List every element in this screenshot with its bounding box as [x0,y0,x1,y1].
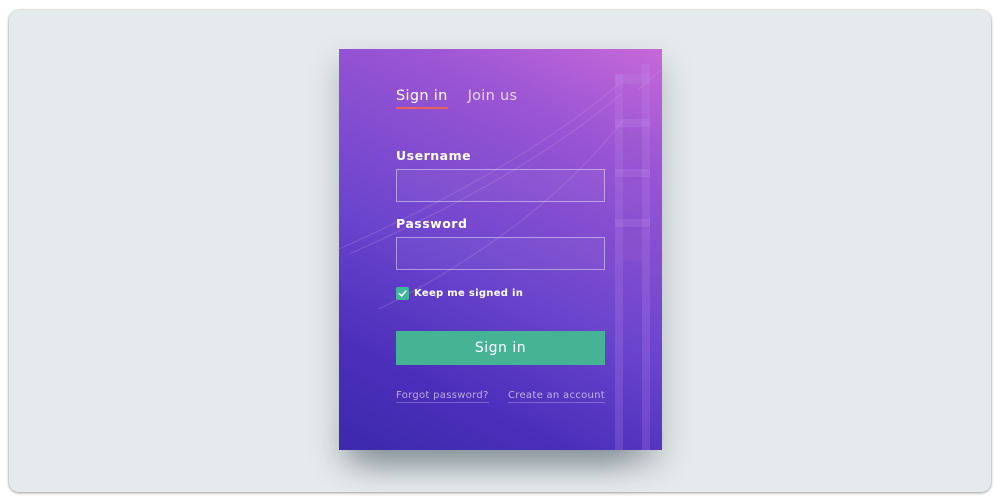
login-card: Sign in Join us Username Password Keep m… [339,49,662,450]
password-label: Password [396,216,468,231]
username-field[interactable] [396,169,605,202]
username-label: Username [396,148,472,163]
footer-links: Forgot password? Create an account [396,390,605,403]
tab-join-us[interactable]: Join us [468,88,518,109]
forgot-password-link[interactable]: Forgot password? [396,390,489,403]
create-account-link[interactable]: Create an account [508,390,605,403]
checkmark-icon [398,290,407,297]
keep-signed-in-label: Keep me signed in [414,288,524,299]
sign-in-button[interactable]: Sign in [396,331,605,365]
keep-signed-in-row: Keep me signed in [396,287,523,300]
tab-sign-in[interactable]: Sign in [396,88,448,109]
password-field[interactable] [396,237,605,270]
auth-tabs: Sign in Join us [396,88,517,109]
keep-signed-in-checkbox[interactable] [396,287,409,300]
